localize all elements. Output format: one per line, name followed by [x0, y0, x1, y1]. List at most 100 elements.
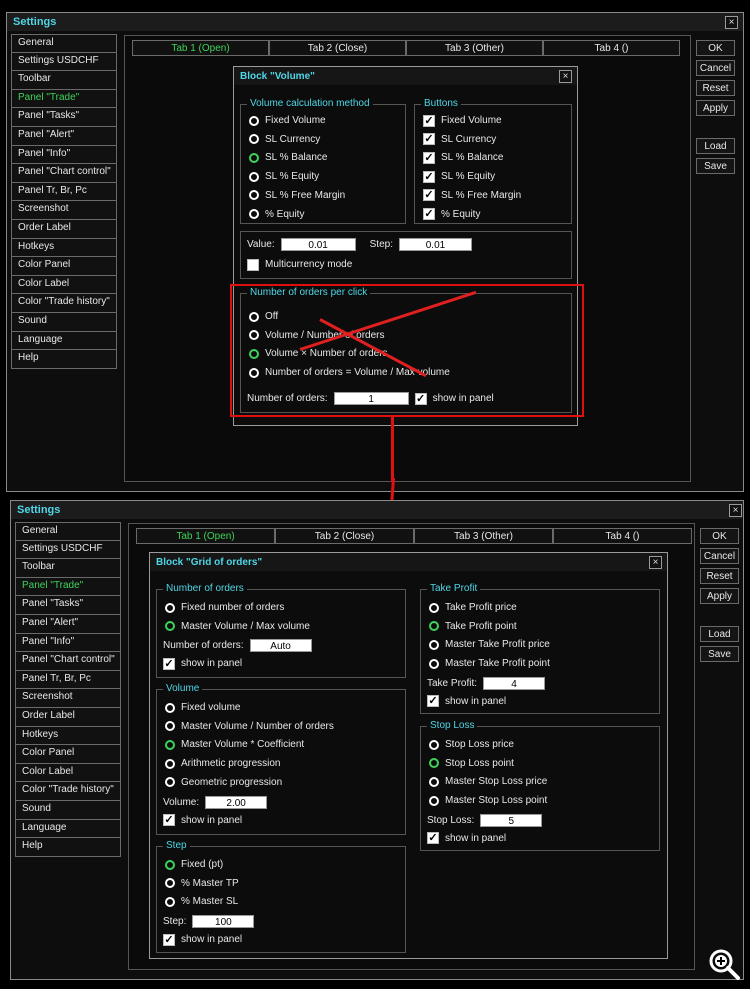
- menu-item-color-panel[interactable]: Color Panel: [11, 257, 117, 276]
- checkbox-option-sl-balance[interactable]: ✓ SL % Balance: [423, 150, 503, 165]
- menu-item-panel-trade[interactable]: Panel "Trade": [15, 577, 121, 597]
- checkbox-option-sl-currency[interactable]: ✓ SL Currency: [423, 132, 496, 147]
- field-input[interactable]: 2.00: [205, 795, 268, 809]
- menu-item-help[interactable]: Help: [15, 838, 121, 857]
- radio-icon[interactable]: [249, 209, 259, 219]
- checkbox-option-equity[interactable]: ✓ % Equity: [423, 207, 480, 222]
- radio-option-sl-free-margin[interactable]: SL % Free Margin: [249, 188, 345, 203]
- menu-item-color-label[interactable]: Color Label: [11, 275, 117, 295]
- field-input[interactable]: 4: [483, 676, 546, 690]
- field-input[interactable]: 100: [192, 915, 255, 929]
- reset-button[interactable]: Reset: [700, 568, 739, 584]
- load-button[interactable]: Load: [696, 138, 735, 154]
- radio-option-sl-equity[interactable]: SL % Equity: [249, 169, 319, 184]
- menu-item-panel-chart-control[interactable]: Panel "Chart control": [15, 652, 121, 671]
- radio-option-fixed-number-of-orders[interactable]: Fixed number of orders: [165, 600, 284, 615]
- menu-item-panel-chart-control[interactable]: Panel "Chart control": [11, 164, 117, 183]
- radio-icon[interactable]: [249, 190, 259, 201]
- menu-item-color-label[interactable]: Color Label: [15, 763, 121, 783]
- show-in-panel-row[interactable]: ✓ show in panel: [427, 831, 506, 846]
- show-in-panel-row[interactable]: ✓ show in panel: [427, 694, 506, 709]
- menu-item-sound[interactable]: Sound: [15, 800, 121, 820]
- zoom-in-icon[interactable]: [706, 946, 742, 982]
- radio-icon[interactable]: [249, 115, 259, 126]
- menu-item-language[interactable]: Language: [15, 819, 121, 839]
- tab-3[interactable]: Tab 3 (Other): [406, 40, 543, 56]
- radio-option-fixed-volume[interactable]: Fixed Volume: [249, 113, 326, 128]
- radio-option-master-stop-loss-point[interactable]: Master Stop Loss point: [429, 793, 547, 808]
- show-in-panel-checkbox[interactable]: ✓: [427, 695, 439, 708]
- radio-icon[interactable]: [249, 134, 259, 145]
- show-in-panel-checkbox[interactable]: ✓: [163, 933, 175, 946]
- tab-1[interactable]: Tab 1 (Open): [136, 528, 275, 544]
- radio-option-equity[interactable]: % Equity: [249, 207, 304, 222]
- menu-item-panel-alert[interactable]: Panel "Alert": [15, 614, 121, 634]
- radio-icon[interactable]: [249, 152, 259, 163]
- field-input[interactable]: Auto: [249, 639, 312, 652]
- cancel-button[interactable]: Cancel: [700, 548, 739, 564]
- cancel-button[interactable]: Cancel: [696, 60, 735, 76]
- radio-option-geometric-progression[interactable]: Geometric progression: [165, 775, 282, 790]
- menu-item-order-label[interactable]: Order Label: [11, 219, 117, 239]
- ok-button[interactable]: OK: [696, 40, 735, 56]
- menu-item-panel-tr-br-pc[interactable]: Panel Tr, Br, Pc: [15, 670, 121, 690]
- tab-3[interactable]: Tab 3 (Other): [414, 528, 553, 544]
- show-in-panel-checkbox[interactable]: ✓: [427, 832, 439, 845]
- checkbox-icon[interactable]: ✓: [423, 151, 435, 164]
- menu-item-screenshot[interactable]: Screenshot: [15, 689, 121, 708]
- show-in-panel-row[interactable]: ✓ show in panel: [163, 932, 242, 947]
- radio-option-arithmetic-progression[interactable]: Arithmetic progression: [165, 756, 280, 771]
- show-in-panel-row[interactable]: ✓ show in panel: [163, 656, 242, 671]
- checkbox-icon[interactable]: ✓: [423, 133, 435, 146]
- menu-item-panel-tasks[interactable]: Panel "Tasks": [11, 108, 117, 127]
- save-button[interactable]: Save: [696, 158, 735, 174]
- radio-option-sl-currency[interactable]: SL Currency: [249, 132, 320, 147]
- tab-2[interactable]: Tab 2 (Close): [275, 528, 414, 544]
- menu-item-panel-tasks[interactable]: Panel "Tasks": [15, 596, 121, 615]
- close-icon[interactable]: ×: [729, 504, 742, 517]
- radio-icon[interactable]: [165, 777, 175, 788]
- radio-icon[interactable]: [429, 776, 439, 787]
- menu-item-panel-tr-br-pc[interactable]: Panel Tr, Br, Pc: [11, 182, 117, 202]
- radio-icon[interactable]: [165, 859, 175, 870]
- checkbox-option-fixed-volume[interactable]: ✓ Fixed Volume: [423, 113, 502, 128]
- checkbox-icon[interactable]: ✓: [423, 189, 435, 202]
- menu-item-hotkeys[interactable]: Hotkeys: [15, 726, 121, 746]
- menu-item-color-trade-history[interactable]: Color "Trade history": [11, 294, 117, 313]
- menu-item-settings-usdchf[interactable]: Settings USDCHF: [11, 52, 117, 72]
- menu-item-settings-usdchf[interactable]: Settings USDCHF: [15, 540, 121, 560]
- radio-icon[interactable]: [429, 658, 439, 669]
- radio-option-master-take-profit-price[interactable]: Master Take Profit price: [429, 637, 550, 652]
- menu-item-color-trade-history[interactable]: Color "Trade history": [15, 782, 121, 801]
- multicurrency-checkbox[interactable]: [247, 258, 259, 271]
- checkbox-icon[interactable]: ✓: [423, 114, 435, 127]
- radio-option-master-sl[interactable]: % Master SL: [165, 894, 238, 909]
- multicurrency-row[interactable]: Multicurrency mode: [247, 257, 352, 272]
- radio-option-master-tp[interactable]: % Master TP: [165, 876, 239, 891]
- radio-icon[interactable]: [165, 621, 175, 631]
- menu-item-general[interactable]: General: [11, 34, 117, 53]
- apply-button[interactable]: Apply: [696, 100, 735, 116]
- radio-option-master-volume-number-of-orders[interactable]: Master Volume / Number of orders: [165, 719, 334, 734]
- menu-item-language[interactable]: Language: [11, 331, 117, 351]
- radio-icon[interactable]: [165, 702, 175, 713]
- menu-item-toolbar[interactable]: Toolbar: [15, 559, 121, 578]
- radio-option-master-stop-loss-price[interactable]: Master Stop Loss price: [429, 774, 547, 789]
- radio-option-sl-balance[interactable]: SL % Balance: [249, 150, 327, 165]
- radio-icon[interactable]: [165, 878, 175, 889]
- menu-item-hotkeys[interactable]: Hotkeys: [11, 238, 117, 258]
- close-icon[interactable]: ×: [725, 16, 738, 29]
- radio-option-master-volume-max-volume[interactable]: Master Volume / Max volume: [165, 619, 310, 634]
- radio-option-master-take-profit-point[interactable]: Master Take Profit point: [429, 656, 550, 671]
- menu-item-toolbar[interactable]: Toolbar: [11, 71, 117, 90]
- radio-icon[interactable]: [429, 621, 439, 632]
- save-button[interactable]: Save: [700, 646, 739, 662]
- menu-item-panel-info[interactable]: Panel "Info": [11, 145, 117, 165]
- radio-icon[interactable]: [165, 758, 175, 769]
- radio-icon[interactable]: [429, 639, 439, 650]
- reset-button[interactable]: Reset: [696, 80, 735, 96]
- menu-item-panel-info[interactable]: Panel "Info": [15, 633, 121, 653]
- menu-item-panel-trade[interactable]: Panel "Trade": [11, 89, 117, 109]
- radio-option-take-profit-point[interactable]: Take Profit point: [429, 619, 517, 634]
- radio-icon[interactable]: [165, 602, 175, 613]
